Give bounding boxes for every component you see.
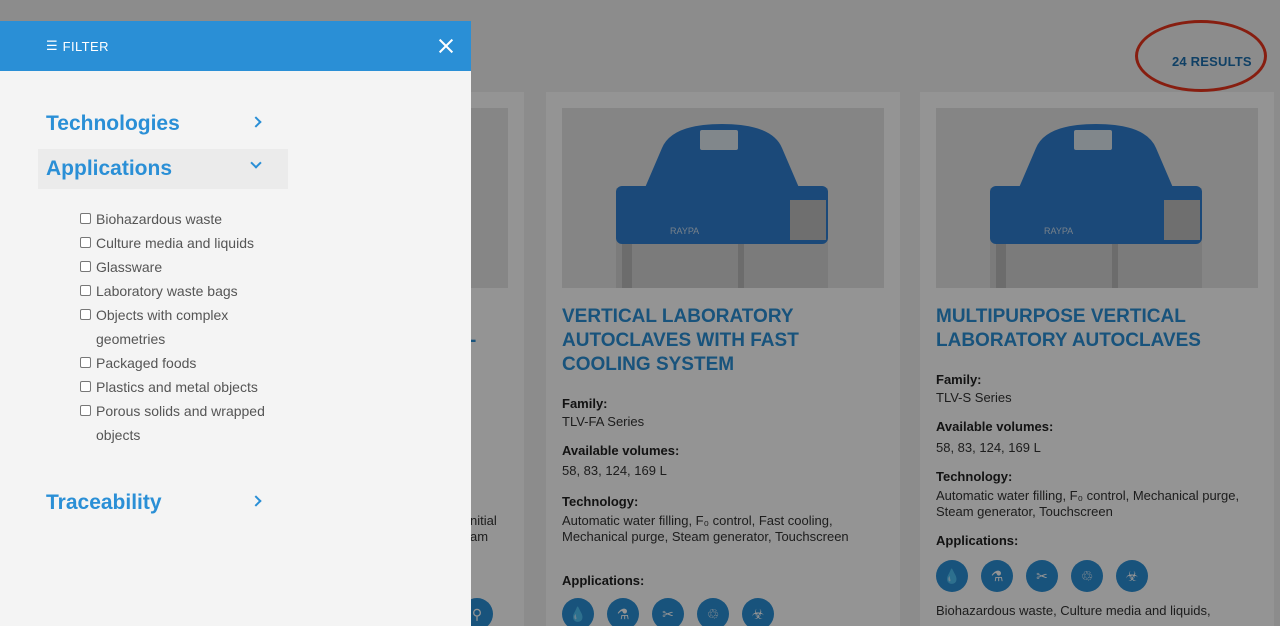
section-label: Technologies [46, 112, 180, 135]
card-text-fragment: nitial [470, 513, 497, 528]
family-label: Family: [562, 396, 608, 411]
option-laboratory-waste-bags[interactable]: Laboratory waste bags [80, 279, 300, 303]
technology-value: Automatic water filling, F₀ control, Fas… [562, 513, 849, 544]
technology-value: Automatic water filling, F₀ control, Mec… [936, 488, 1240, 519]
waste-bag-icon[interactable]: ♲ [697, 598, 729, 626]
scissors-icon[interactable]: ✂ [652, 598, 684, 626]
applications-text: Biohazardous waste, Culture media and li… [936, 603, 1211, 618]
family-label: Family: [936, 372, 982, 387]
flask-icon[interactable]: ⚗ [981, 560, 1013, 592]
brand-logo: RAYPA [1044, 226, 1073, 236]
option-plastics-metal[interactable]: Plastics and metal objects [80, 375, 300, 399]
brand-logo: RAYPA [670, 226, 699, 236]
filter-title: FILTER [62, 38, 109, 54]
sliders-icon: ☰ [46, 38, 58, 53]
section-applications[interactable]: Applications [38, 149, 288, 189]
scissors-icon[interactable]: ✂ [1026, 560, 1058, 592]
waste-bag-icon[interactable]: ♲ [1071, 560, 1103, 592]
product-image: RAYPA [562, 108, 884, 288]
section-label: Traceability [46, 491, 162, 514]
checkbox[interactable] [80, 285, 91, 296]
section-traceability[interactable]: Traceability [38, 483, 288, 523]
checkbox[interactable] [80, 309, 91, 320]
option-label: Plastics and metal objects [96, 379, 258, 395]
highlight-circle [1135, 20, 1267, 92]
checkbox[interactable] [80, 357, 91, 368]
applications-label: Applications: [562, 573, 645, 588]
option-packaged-foods[interactable]: Packaged foods [80, 351, 300, 375]
product-image: RAYPA [936, 108, 1258, 288]
applications-label: Applications: [936, 533, 1019, 548]
volumes-label: Available volumes: [936, 419, 1054, 434]
biohazard-icon[interactable]: ☣ [742, 598, 774, 626]
option-biohazardous-waste[interactable]: Biohazardous waste [80, 207, 300, 231]
volumes-value: 58, 83, 124, 169 L [936, 440, 1041, 455]
flask-icon[interactable]: ⚗ [607, 598, 639, 626]
section-technologies[interactable]: Technologies [38, 104, 288, 144]
card-text-fragment: am [470, 529, 489, 544]
applications-icons: 💧 ⚗ ✂ ♲ ☣ [936, 560, 1148, 592]
option-label: Biohazardous waste [96, 211, 223, 227]
option-label: Objects with complex geometries [96, 307, 229, 347]
technology-label: Technology: [562, 494, 639, 509]
checkbox[interactable] [80, 405, 91, 416]
family-value: TLV-FA Series [562, 414, 645, 429]
option-culture-media[interactable]: Culture media and liquids [80, 231, 300, 255]
close-icon[interactable] [436, 36, 456, 56]
drop-icon[interactable]: 💧 [562, 598, 594, 626]
option-complex-geometries[interactable]: Objects with complex geometries [80, 303, 300, 351]
product-card-tlv-fa[interactable]: RAYPA VERTICAL LABORATORY AUTOCLAVES WIT… [546, 92, 900, 626]
chevron-down-icon [250, 157, 262, 169]
option-glassware[interactable]: Glassware [80, 255, 300, 279]
technology-label: Technology: [936, 469, 1013, 484]
product-title[interactable]: VERTICAL LABORATORY AUTOCLAVES WITH FAST… [562, 305, 884, 377]
filter-panel: ☰ FILTER Technologies Applications Bioha… [0, 21, 471, 626]
volumes-label: Available volumes: [562, 443, 680, 458]
product-title[interactable]: MULTIPURPOSE VERTICAL LABORATORY AUTOCLA… [936, 305, 1258, 353]
option-label: Glassware [96, 259, 163, 275]
option-label: Porous solids and wrapped objects [96, 403, 265, 443]
checkbox[interactable] [80, 213, 91, 224]
filter-header: ☰ FILTER [0, 21, 471, 71]
checkbox[interactable] [80, 237, 91, 248]
checkbox[interactable] [80, 261, 91, 272]
biohazard-icon[interactable]: ☣ [1116, 560, 1148, 592]
applications-icons: 💧 ⚗ ✂ ♲ ☣ [562, 598, 774, 626]
applications-options: Biohazardous waste Culture media and liq… [80, 207, 300, 447]
option-label: Laboratory waste bags [96, 283, 238, 299]
product-card-tlv-s[interactable]: RAYPA MULTIPURPOSE VERTICAL LABORATORY A… [920, 92, 1274, 626]
checkbox[interactable] [80, 381, 91, 392]
option-label: Culture media and liquids [96, 235, 254, 251]
volumes-value: 58, 83, 124, 169 L [562, 463, 667, 478]
option-label: Packaged foods [96, 355, 197, 371]
option-porous-solids[interactable]: Porous solids and wrapped objects [80, 399, 300, 447]
chevron-right-icon [250, 495, 262, 507]
section-label: Applications [46, 157, 173, 180]
family-value: TLV-S Series [936, 390, 1012, 405]
drop-icon[interactable]: 💧 [936, 560, 968, 592]
chevron-right-icon [250, 116, 262, 128]
